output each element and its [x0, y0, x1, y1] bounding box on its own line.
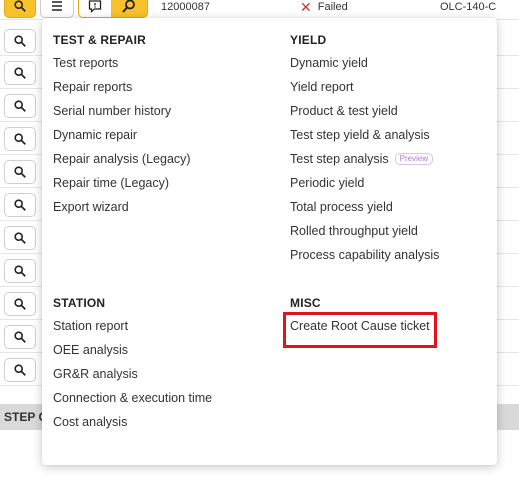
menu-item-repair-time-legacy[interactable]: Repair time (Legacy): [53, 176, 191, 200]
menu-item-product-test-yield[interactable]: Product & test yield: [290, 104, 439, 128]
search-button[interactable]: [4, 160, 36, 184]
menu-item-periodic-yield[interactable]: Periodic yield: [290, 176, 439, 200]
search-icon: [122, 0, 135, 13]
search-icon: [14, 199, 26, 211]
yield-heading: YIELD: [290, 33, 327, 47]
menu-item-rolled-throughput-yield[interactable]: Rolled throughput yield: [290, 224, 439, 248]
menu-item-oee-analysis[interactable]: OEE analysis: [53, 343, 212, 367]
status-cell: ✕ Failed: [300, 0, 348, 15]
search-icon: [14, 232, 26, 244]
search-icon: [14, 0, 26, 12]
ticket-split-button[interactable]: [78, 0, 148, 18]
search-button[interactable]: [4, 259, 36, 283]
search-button[interactable]: [4, 29, 36, 53]
menu-item-process-capability-analysis[interactable]: Process capability analysis: [290, 248, 439, 272]
table-row: 12000087 ✕ Failed OLC-140-C: [0, 0, 519, 20]
menu-item-cost-analysis[interactable]: Cost analysis: [53, 415, 212, 439]
menu-item-label: Test step analysis: [290, 152, 389, 166]
menu-item-create-root-cause-ticket[interactable]: Create Root Cause ticket: [290, 319, 430, 343]
menu-item-repair-reports[interactable]: Repair reports: [53, 80, 191, 104]
menu-item-total-process-yield[interactable]: Total process yield: [290, 200, 439, 224]
search-icon: [14, 67, 26, 79]
hamburger-icon: [52, 1, 62, 11]
menu-button[interactable]: [40, 0, 74, 18]
search-icon: [14, 298, 26, 310]
search-button[interactable]: [4, 94, 36, 118]
ticket-button[interactable]: [79, 0, 111, 17]
search-icon: [14, 133, 26, 145]
search-icon: [14, 331, 26, 343]
search-icon: [14, 364, 26, 376]
misc-section: MISC Create Root Cause ticket: [290, 297, 430, 343]
search-button[interactable]: [4, 358, 36, 382]
search-button[interactable]: [4, 292, 36, 316]
menu-item-connection-execution-time[interactable]: Connection & execution time: [53, 391, 212, 415]
menu-item-test-step-analysis[interactable]: Test step analysis Preview: [290, 152, 439, 176]
search-icon: [14, 35, 26, 47]
search-icon: [14, 265, 26, 277]
menu-item-repair-analysis-legacy[interactable]: Repair analysis (Legacy): [53, 152, 191, 176]
test-repair-section: TEST & REPAIR Test reports Repair report…: [53, 34, 191, 224]
menu-item-station-report[interactable]: Station report: [53, 319, 212, 343]
search-button[interactable]: [4, 61, 36, 85]
menu-item-serial-number-history[interactable]: Serial number history: [53, 104, 191, 128]
preview-badge: Preview: [394, 153, 434, 165]
menu-item-test-step-yield-analysis[interactable]: Test step yield & analysis: [290, 128, 439, 152]
station-heading: STATION: [53, 296, 106, 310]
menu-item-grr-analysis[interactable]: GR&R analysis: [53, 367, 212, 391]
menu-item-yield-report[interactable]: Yield report: [290, 80, 439, 104]
search-button[interactable]: [4, 193, 36, 217]
test-repair-heading: TEST & REPAIR: [53, 33, 147, 47]
status-label: Failed: [317, 1, 348, 13]
analysis-button[interactable]: [111, 0, 147, 17]
menu-item-dynamic-repair[interactable]: Dynamic repair: [53, 128, 191, 152]
menu-item-dynamic-yield[interactable]: Dynamic yield: [290, 56, 439, 80]
serial-number-cell: 12000087: [161, 1, 210, 13]
failed-x-icon: ✕: [300, 0, 312, 15]
search-button[interactable]: [4, 325, 36, 349]
reports-dropdown-menu: TEST & REPAIR Test reports Repair report…: [42, 18, 497, 465]
search-icon: [14, 166, 26, 178]
menu-item-test-reports[interactable]: Test reports: [53, 56, 191, 80]
search-icon: [14, 100, 26, 112]
comment-alert-icon: [88, 0, 102, 13]
misc-heading: MISC: [290, 296, 321, 310]
search-button[interactable]: [4, 127, 36, 151]
station-section: STATION Station report OEE analysis GR&R…: [53, 297, 212, 439]
menu-item-export-wizard[interactable]: Export wizard: [53, 200, 191, 224]
yield-section: YIELD Dynamic yield Yield report Product…: [290, 34, 439, 272]
search-button[interactable]: [4, 0, 36, 18]
part-number-cell: OLC-140-C: [440, 1, 497, 13]
search-button[interactable]: [4, 226, 36, 250]
